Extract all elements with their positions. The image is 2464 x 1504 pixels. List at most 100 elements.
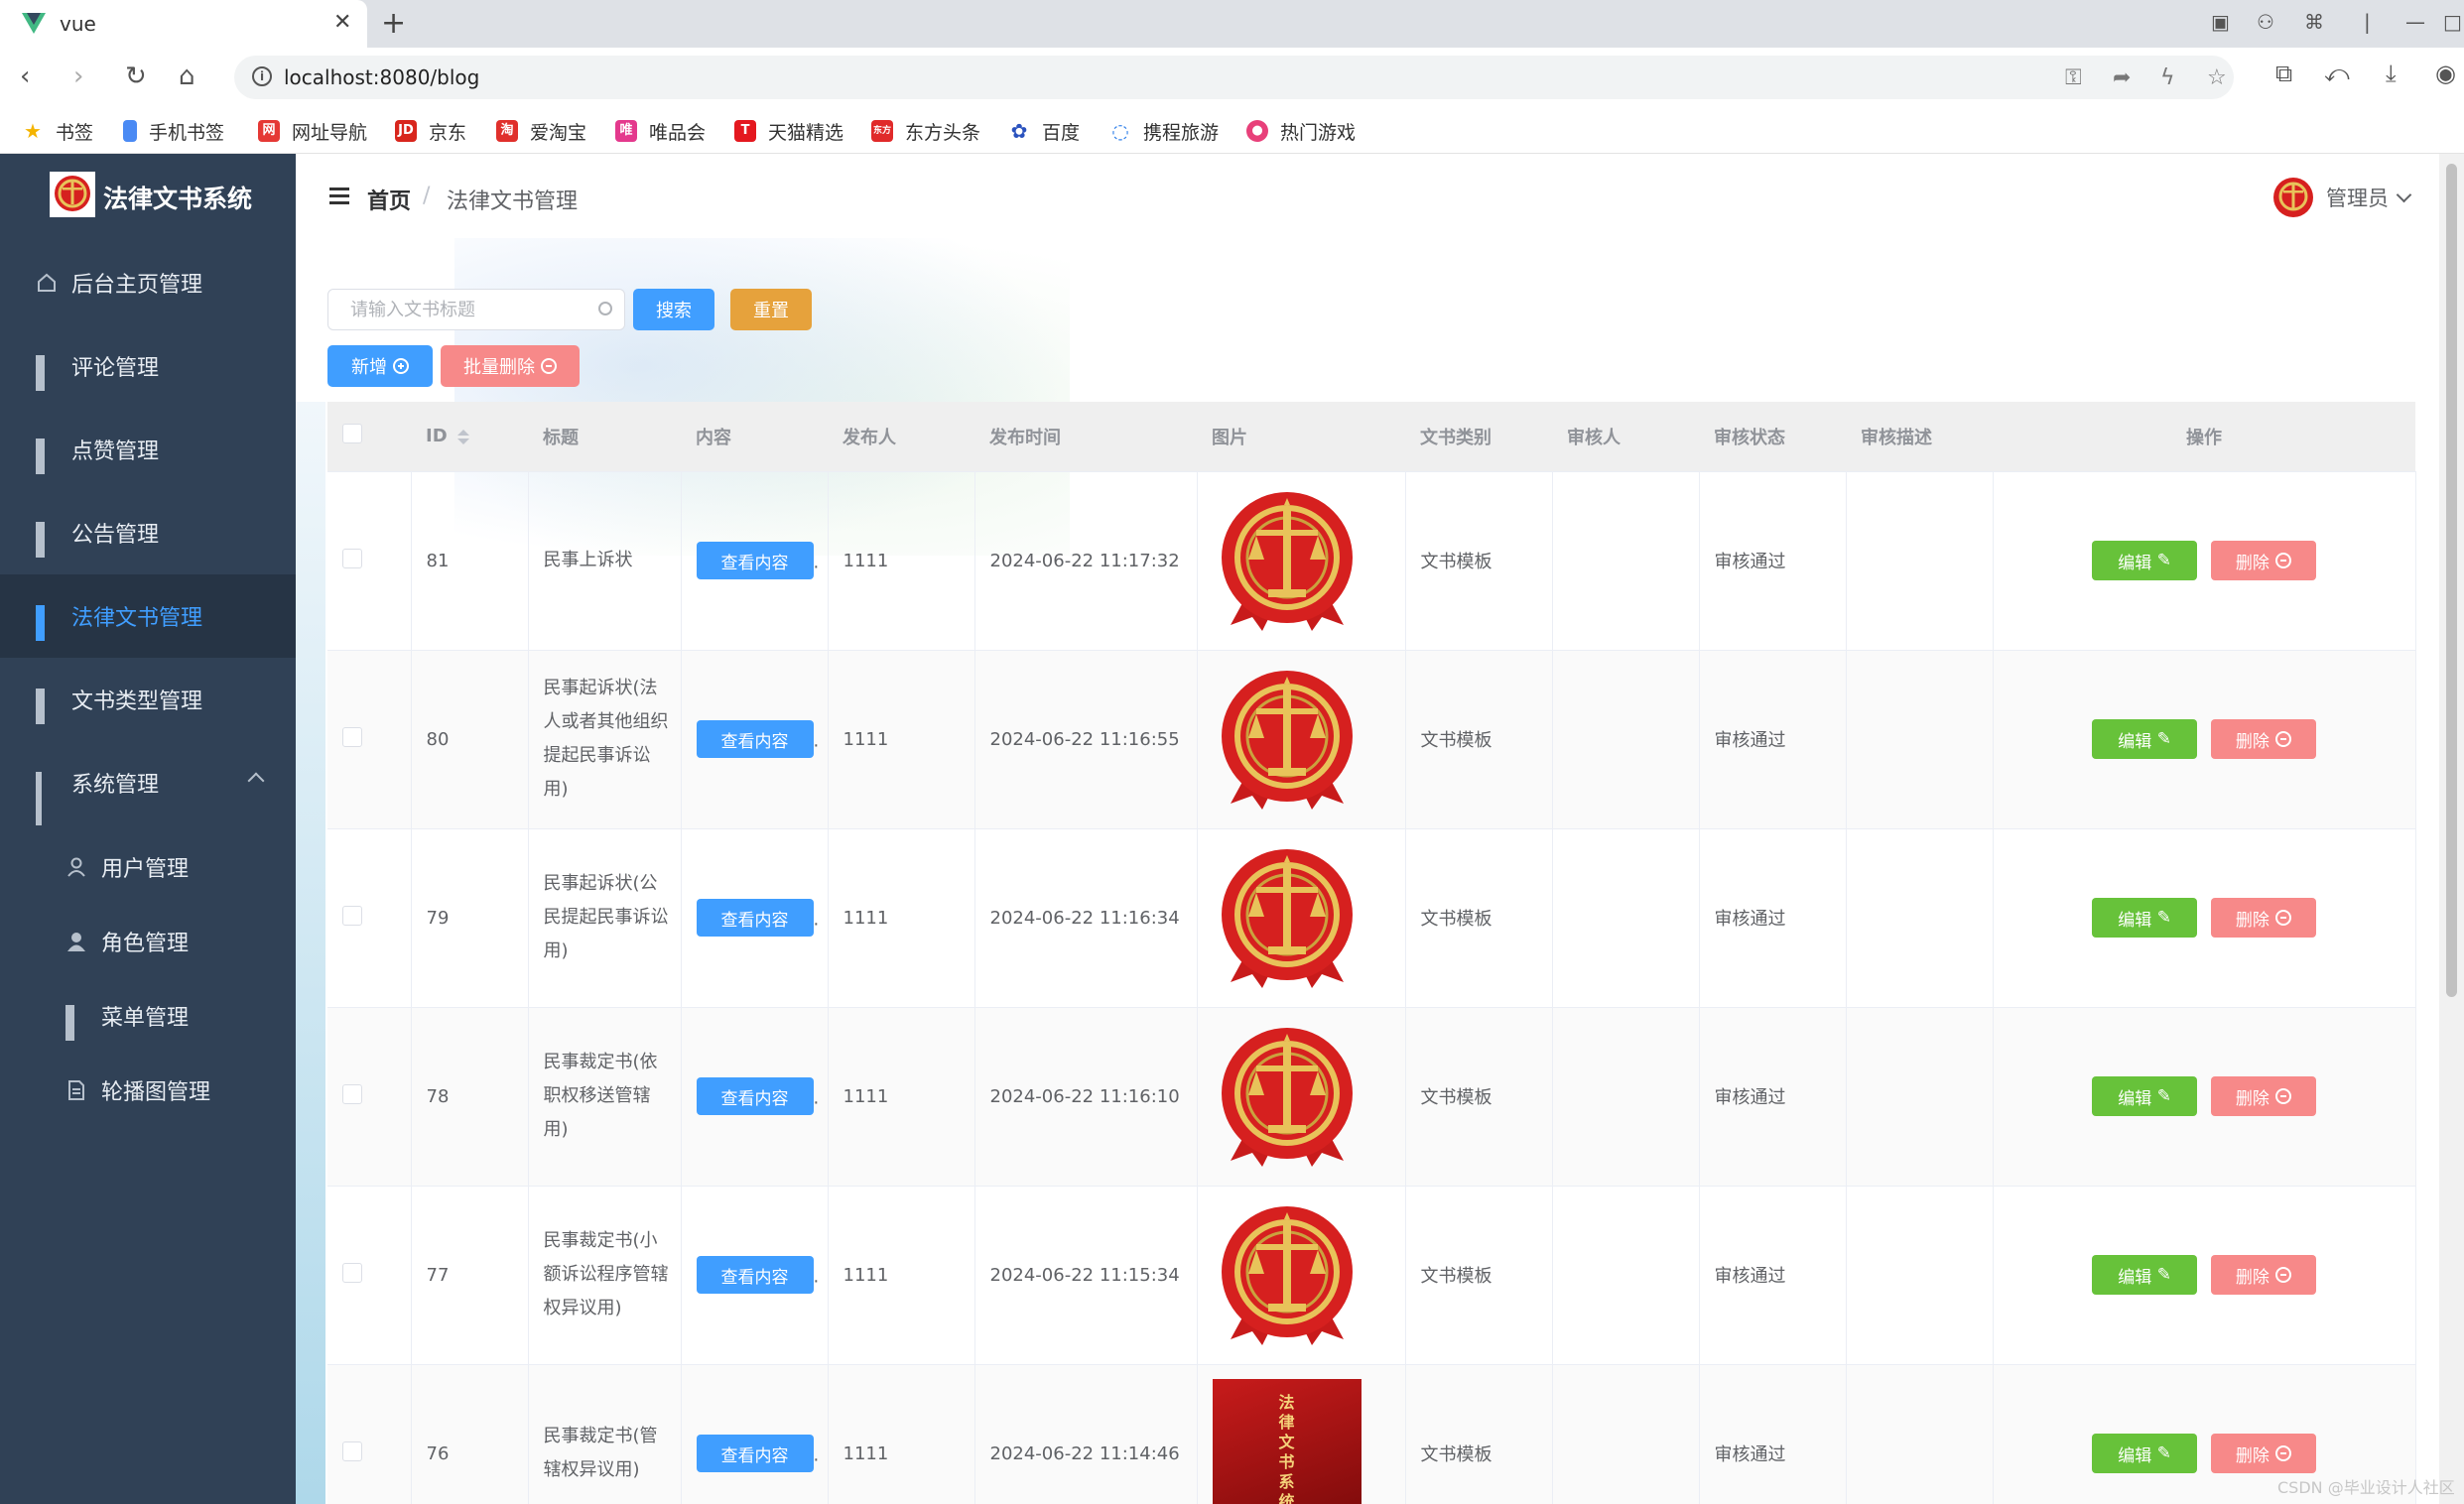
new-tab-button[interactable]: + — [381, 6, 406, 41]
view-content-button[interactable]: 查看内容 — [696, 1435, 814, 1472]
select-all-checkbox[interactable] — [342, 424, 362, 444]
row-checkbox[interactable] — [342, 548, 362, 568]
main-content: 首页 / 法律文书管理 管理员 搜索 重置 新增 批量删除 — [296, 154, 2439, 1504]
edit-button[interactable]: 编辑 ✎ — [2092, 898, 2198, 938]
delete-button[interactable]: 删除 — [2210, 898, 2316, 938]
sidebar-item-roles[interactable]: 角色管理 — [0, 904, 296, 978]
bookmark-item[interactable]: 淘爱淘宝 — [496, 117, 586, 145]
view-content-button[interactable]: 查看内容 — [696, 720, 814, 758]
sidebar-item-label: 文书类型管理 — [71, 689, 203, 714]
sidebar-item-doc-types[interactable]: 文书类型管理 — [0, 658, 296, 741]
profile-icon[interactable]: ◉ — [2435, 60, 2456, 87]
history-icon[interactable]: ⤺ — [2324, 60, 2350, 87]
desc-cell — [1846, 1364, 1994, 1504]
search-input[interactable] — [350, 298, 579, 321]
time-cell: 2024-06-22 11:17:32 — [974, 471, 1198, 651]
maximize-button[interactable]: □ — [2443, 10, 2462, 34]
hamburger-icon[interactable] — [329, 188, 349, 205]
extension-icon[interactable]: ⧉ — [2275, 60, 2292, 87]
background-decoration — [296, 402, 325, 1504]
delete-button[interactable]: 删除 — [2210, 719, 2316, 759]
sidebar-item-comments[interactable]: 评论管理 — [0, 324, 296, 408]
row-checkbox[interactable] — [342, 1083, 362, 1104]
key-icon[interactable]: ⚿ — [2065, 65, 2082, 90]
share-icon[interactable]: ➦ — [2113, 65, 2131, 90]
puzzle-icon[interactable]: ⌘ — [2304, 10, 2324, 34]
breadcrumb-home[interactable]: 首页 — [367, 184, 411, 215]
column-header: 文书类别 — [1405, 402, 1552, 472]
bookmark-item[interactable]: ✿ 百度 — [1008, 117, 1080, 145]
batch-delete-button[interactable]: 批量删除 — [441, 345, 580, 387]
url-text[interactable]: localhost:8080/blog — [284, 65, 479, 89]
bookmark-item[interactable]: ★ 书签 — [22, 117, 93, 145]
delete-button[interactable]: 删除 — [2210, 1255, 2316, 1295]
scrollbar[interactable] — [2439, 154, 2464, 1504]
bookmark-item[interactable]: 网网址导航 — [258, 117, 367, 145]
publisher-cell: 1111 — [828, 1364, 975, 1504]
sidebar-item-system[interactable]: 系统管理 — [0, 741, 296, 825]
scrollbar-thumb[interactable] — [2446, 164, 2457, 997]
bookmark-item[interactable]: 手机书签 — [123, 117, 224, 145]
reviewer-cell — [1552, 471, 1700, 651]
home-icon[interactable]: ⌂ — [179, 62, 195, 91]
user-menu[interactable]: 管理员 — [2272, 176, 2412, 219]
search-button[interactable]: 搜索 — [633, 289, 714, 330]
site-info-icon[interactable]: i — [252, 66, 272, 86]
row-checkbox[interactable] — [342, 1441, 362, 1461]
edit-button[interactable]: 编辑 ✎ — [2092, 1434, 2198, 1473]
browser-tab[interactable]: vue ✕ — [0, 0, 367, 48]
edit-button[interactable]: 编辑 ✎ — [2092, 1076, 2198, 1116]
bookmark-item[interactable]: ● 热门游戏 — [1246, 117, 1356, 145]
edit-button[interactable]: 编辑 ✎ — [2092, 1255, 2198, 1295]
actions-cell: 编辑 ✎ 删除 — [1993, 1186, 2416, 1365]
address-bar[interactable]: i localhost:8080/blog ⚿ ➦ ϟ ☆ — [234, 56, 2234, 99]
reload-icon[interactable]: ↻ — [125, 62, 147, 91]
sidebar-item-menus[interactable]: 菜单管理 — [0, 978, 296, 1053]
forward-icon[interactable]: › — [73, 62, 83, 91]
row-checkbox[interactable] — [342, 1262, 362, 1283]
edit-button[interactable]: 编辑 ✎ — [2092, 719, 2198, 759]
lightning-icon[interactable]: ϟ — [2160, 65, 2175, 90]
add-button[interactable]: 新增 — [327, 345, 433, 387]
back-icon[interactable]: ‹ — [20, 62, 30, 91]
edit-button[interactable]: 编辑 ✎ — [2092, 541, 2198, 580]
sidebar-item-dashboard[interactable]: 后台主页管理 — [0, 241, 296, 324]
checkbox-cell — [327, 828, 412, 1008]
row-checkbox[interactable] — [342, 905, 362, 926]
bookmark-item[interactable]: 东方 东方头条 — [871, 117, 980, 145]
minimize-button[interactable]: — — [2405, 10, 2425, 34]
reset-button[interactable]: 重置 — [730, 289, 812, 330]
view-content-button[interactable]: 查看内容 — [696, 1256, 814, 1294]
tab-search-icon[interactable]: ▣ — [2211, 10, 2230, 34]
checkbox-cell — [327, 471, 412, 651]
sidebar-item-users[interactable]: 用户管理 — [0, 829, 296, 904]
tab-close-icon[interactable]: ✕ — [333, 10, 351, 35]
view-content-button[interactable]: 查看内容 — [696, 899, 814, 937]
bookmark-item[interactable]: 唯唯品会 — [615, 117, 706, 145]
row-checkbox[interactable] — [342, 726, 362, 747]
search-box[interactable] — [327, 289, 625, 330]
title-cell: 民事上诉状 — [528, 471, 682, 651]
sidebar-item-legal-docs[interactable]: 法律文书管理 — [0, 574, 296, 658]
bookmark-item[interactable]: T 天猫精选 — [734, 117, 843, 145]
column-header[interactable]: ID — [411, 402, 528, 472]
view-content-button[interactable]: 查看内容 — [696, 542, 814, 579]
status-cell: 审核通过 — [1699, 1007, 1847, 1187]
sidebar-item-notices[interactable]: 公告管理 — [0, 491, 296, 574]
circle-minus-icon — [2274, 910, 2291, 926]
sidebar-item-carousel[interactable]: 轮播图管理 — [0, 1053, 296, 1127]
download-icon[interactable]: ⤓ — [2386, 60, 2397, 87]
bookmark-item[interactable]: JD 京东 — [395, 117, 466, 145]
time-cell: 2024-06-22 11:16:10 — [974, 1007, 1198, 1187]
delete-button[interactable]: 删除 — [2210, 1434, 2316, 1473]
sidebar-item-label: 点赞管理 — [71, 439, 160, 464]
star-icon[interactable]: ☆ — [2207, 65, 2227, 90]
bookmark-item[interactable]: ◌ 携程旅游 — [1109, 117, 1219, 145]
delete-button[interactable]: 删除 — [2210, 1076, 2316, 1116]
extensions-icon[interactable]: ⚇ — [2257, 10, 2274, 34]
ellipsis: . — [813, 730, 820, 752]
view-content-button[interactable]: 查看内容 — [696, 1077, 814, 1115]
sidebar-item-likes[interactable]: 点赞管理 — [0, 408, 296, 491]
sort-icon[interactable] — [456, 429, 469, 444]
delete-button[interactable]: 删除 — [2210, 541, 2316, 580]
